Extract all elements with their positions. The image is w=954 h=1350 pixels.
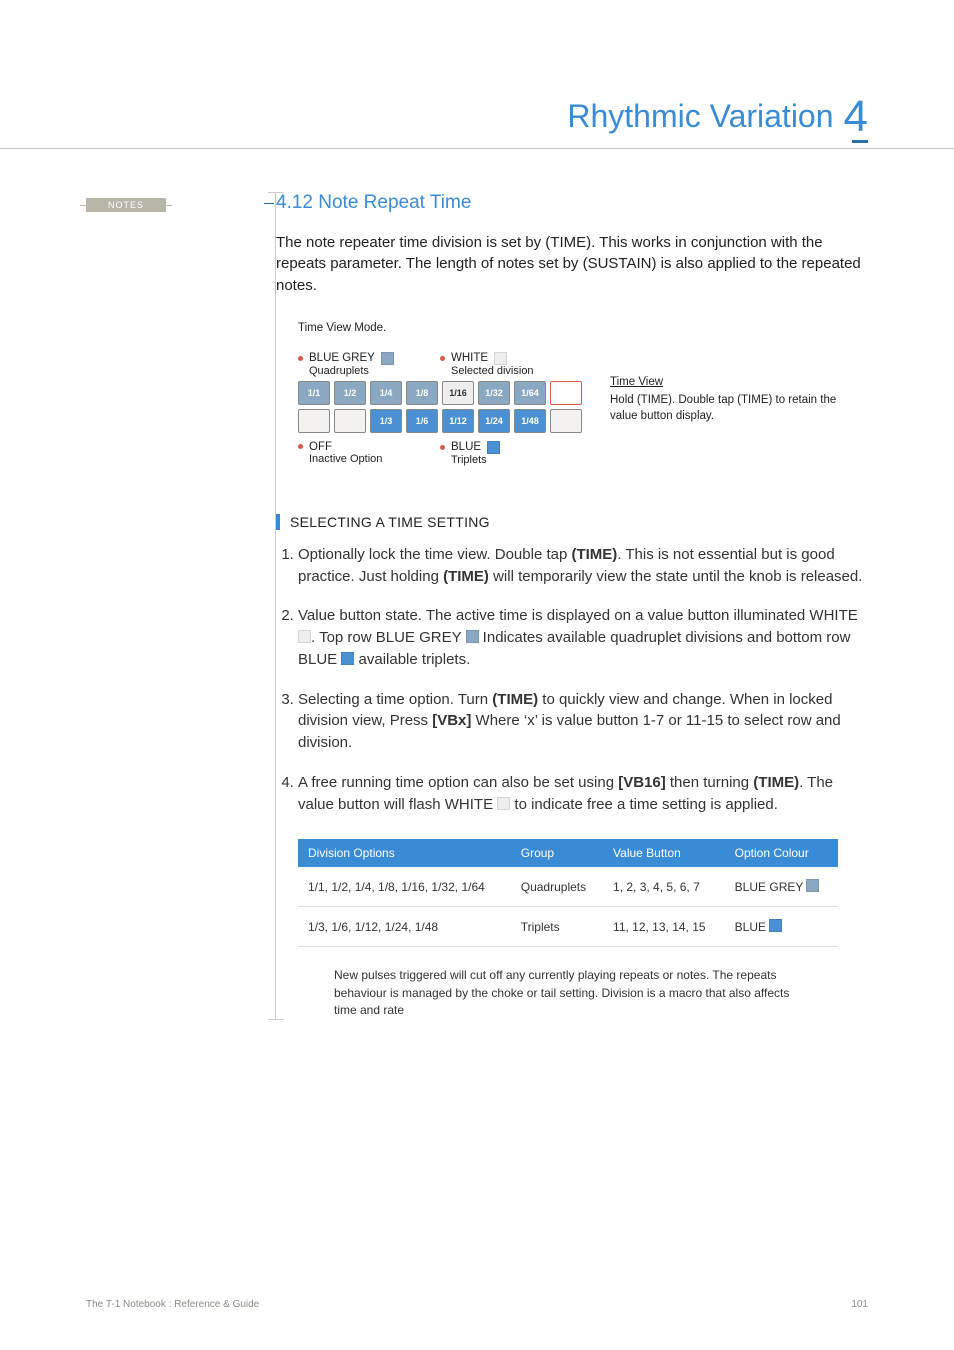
grid-cell [550, 381, 582, 405]
swatch-blue-inline [341, 652, 354, 665]
division-grid: 1/11/21/41/81/161/321/64 1/31/61/121/241… [298, 381, 610, 433]
main-column: 4.12 Note Repeat Time The note repeater … [275, 192, 868, 1020]
section-intro: The note repeater time division is set b… [276, 232, 868, 296]
grid-cell: 1/32 [478, 381, 510, 405]
swatch-bluegrey-inline [466, 630, 479, 643]
footnote-text: New pulses triggered will cut off any cu… [334, 967, 804, 1019]
chapter-title: Rhythmic Variation [567, 98, 833, 135]
grid-cell: 1/1 [298, 381, 330, 405]
legend-blue: BLUE Triplets [440, 441, 582, 466]
grid-cell: 1/64 [514, 381, 546, 405]
swatch-white-inline [298, 630, 311, 643]
grid-cell: 1/6 [406, 409, 438, 433]
step-3: Selecting a time option. Turn (TIME) to … [298, 689, 868, 754]
chapter-number: 4 [844, 92, 868, 142]
procedure-heading: SELECTING A TIME SETTING [276, 514, 868, 530]
grid-cell [298, 409, 330, 433]
grid-cell: 1/24 [478, 409, 510, 433]
grid-cell [334, 409, 366, 433]
chapter-header: Rhythmic Variation 4 [0, 88, 954, 149]
grid-cell: 1/12 [442, 409, 474, 433]
th-group: Group [511, 839, 603, 867]
grid-cell: 1/16 [442, 381, 474, 405]
grid-cell: 1/2 [334, 381, 366, 405]
grid-cell [550, 409, 582, 433]
diagram-side-note: Time View Hold (TIME). Double tap (TIME)… [610, 374, 860, 424]
th-colour: Option Colour [725, 839, 838, 867]
grid-cell: 1/48 [514, 409, 546, 433]
step-4: A free running time option can also be s… [298, 772, 868, 816]
swatch-blue-grey [381, 352, 394, 365]
time-view-diagram: Time View Mode. BLUE GREY Quadruplets WH… [298, 322, 868, 466]
swatch-white-inline-2 [497, 797, 510, 810]
procedure-steps: Optionally lock the time view. Double ta… [276, 544, 868, 816]
grid-cell: 1/4 [370, 381, 402, 405]
grid-cell: 1/3 [370, 409, 402, 433]
footer-doc-title: The T-1 Notebook : Reference & Guide [86, 1299, 259, 1310]
step-1: Optionally lock the time view. Double ta… [298, 544, 868, 588]
legend-blue-grey: BLUE GREY Quadruplets [298, 352, 440, 377]
diagram-title: Time View Mode. [298, 322, 868, 334]
table-row: 1/1, 1/2, 1/4, 1/8, 1/16, 1/32, 1/64Quad… [298, 867, 838, 907]
grid-cell: 1/8 [406, 381, 438, 405]
legend-off: OFF Inactive Option [298, 441, 440, 466]
step-2: Value button state. The active time is d… [298, 605, 868, 670]
swatch-blue [487, 441, 500, 454]
section-heading: 4.12 Note Repeat Time [276, 192, 868, 214]
table-row: 1/3, 1/6, 1/12, 1/24, 1/48Triplets11, 12… [298, 907, 838, 947]
header-tick-icon [852, 140, 868, 143]
footer-page-number: 101 [851, 1299, 868, 1310]
th-value-button: Value Button [603, 839, 725, 867]
swatch-white [494, 352, 507, 365]
page-footer: The T-1 Notebook : Reference & Guide 101 [86, 1299, 868, 1310]
legend-white: WHITE Selected division [440, 352, 610, 377]
division-options-table: Division Options Group Value Button Opti… [298, 839, 838, 947]
notes-margin-label: NOTES [86, 198, 166, 212]
th-division: Division Options [298, 839, 511, 867]
